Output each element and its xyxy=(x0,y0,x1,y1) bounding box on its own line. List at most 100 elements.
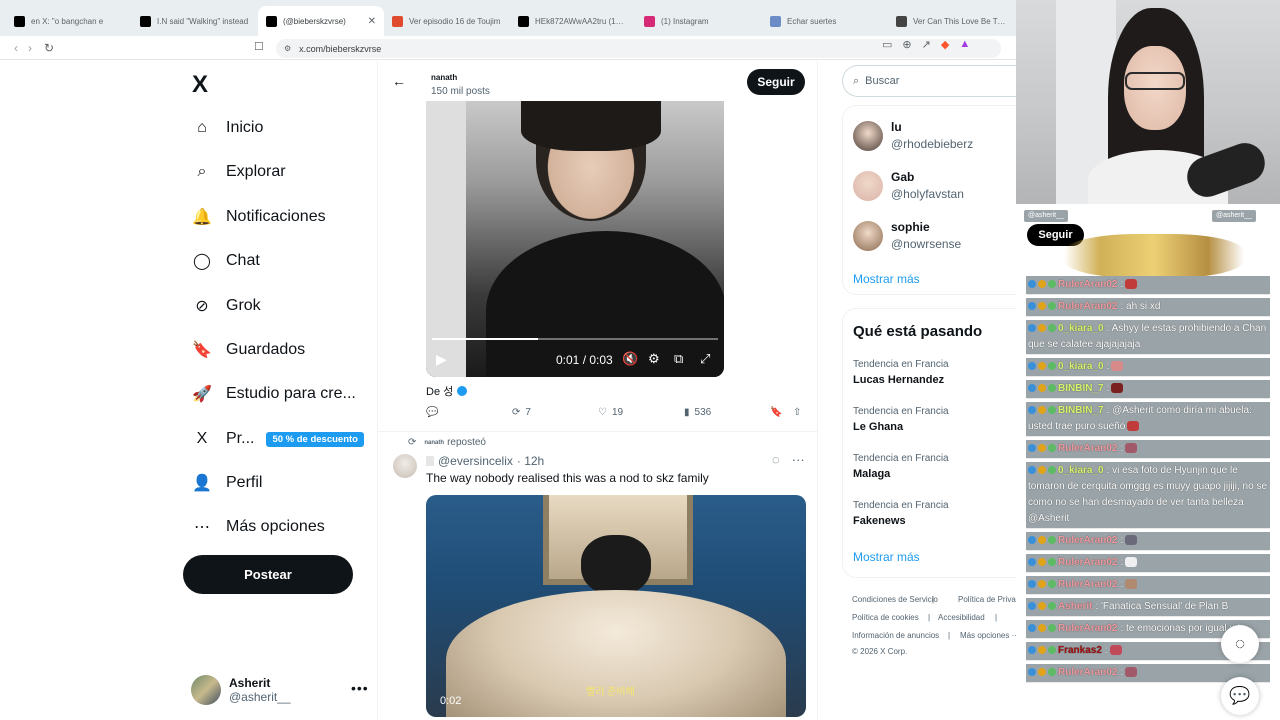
follow-suggestion[interactable]: sophie @nowrsense xyxy=(853,220,961,251)
address-bar-row: ‹ › ↻ ☐ ⚙ x.com/bieberskzvrse ▭ ⊕ ↗ ◆ ▲ xyxy=(0,36,1016,60)
nav-item-estudio-para-cre[interactable]: 🚀 Estudio para cre... xyxy=(192,382,356,406)
show-more-link[interactable]: Mostrar más xyxy=(853,272,920,286)
chat-username[interactable]: 0_kiara_0 xyxy=(1058,361,1104,372)
messages-fab-icon[interactable]: 💬 xyxy=(1221,677,1259,715)
more-dots-icon[interactable]: ••• xyxy=(351,680,369,696)
trend-item[interactable]: Tendencia en Francia Lucas Hernandez xyxy=(853,359,949,386)
tab-7[interactable]: Ver Can This Love Be Tran xyxy=(888,6,1014,36)
mute-icon[interactable]: 🔇 xyxy=(622,351,638,367)
footer-link[interactable]: Condiciones de Servicio xyxy=(852,595,938,604)
video-player[interactable]: ▶ 0:01 / 0:03 🔇 ⚙ ⧉ ⤢ xyxy=(426,101,724,377)
tab-2[interactable]: (@bieberskzvrse) ✕ xyxy=(258,6,384,36)
chat-username[interactable]: 0_kiara_0 xyxy=(1058,323,1104,334)
chat-username[interactable]: RulerAran02 xyxy=(1058,443,1117,454)
trend-item[interactable]: Tendencia en Francia Le Ghana xyxy=(853,406,949,433)
play-icon[interactable]: ▶ xyxy=(436,351,447,368)
tab-1[interactable]: I.N said "Walking" instead xyxy=(132,6,258,36)
more-dots-icon[interactable]: ··· xyxy=(792,452,805,467)
chat-username[interactable]: 0_kiara_0 xyxy=(1058,465,1104,476)
post-button[interactable]: Postear xyxy=(183,555,353,594)
footer-link[interactable]: © 2026 X Corp. xyxy=(852,647,907,656)
chat-message: BINBIN_7: xyxy=(1026,380,1270,399)
account-switcher[interactable]: Asherit @asherit__ ••• xyxy=(191,675,368,705)
chat-username[interactable]: RulerAran02 xyxy=(1058,579,1117,590)
like-button[interactable]: ♡ 19 xyxy=(598,407,623,418)
nav-item-inicio[interactable]: ⌂ Inicio xyxy=(192,116,263,140)
tab-5[interactable]: (1) Instagram xyxy=(636,6,762,36)
share-button[interactable]: ⇧ xyxy=(793,407,801,418)
back-arrow-icon[interactable]: ← xyxy=(392,73,406,89)
grok-fab-icon[interactable]: ◌ xyxy=(1221,625,1259,663)
footer-link[interactable]: Información de anuncios xyxy=(852,631,939,640)
fullscreen-icon[interactable]: ⤢ xyxy=(700,351,710,367)
nav-item-m-s-opciones[interactable]: ⋯ Más opciones xyxy=(192,515,325,539)
chat-username[interactable]: RulerAran02 xyxy=(1058,301,1117,312)
like-count: 19 xyxy=(611,407,624,418)
nav-item-guardados[interactable]: 🔖 Guardados xyxy=(192,338,305,362)
reload-icon[interactable]: ↻ xyxy=(44,41,54,55)
tab-3[interactable]: Ver episodio 16 de Toujim xyxy=(384,6,510,36)
chat-username[interactable]: RulerAran02 xyxy=(1058,623,1117,634)
trend-item[interactable]: Tendencia en Francia Malaga xyxy=(853,453,949,480)
close-tab-icon[interactable]: ✕ xyxy=(368,16,376,27)
nav-item-perfil[interactable]: 👤 Perfil xyxy=(192,471,262,495)
brave-rewards-icon[interactable]: ▲ xyxy=(959,38,970,51)
chat-username[interactable]: Frankas2 xyxy=(1058,645,1102,656)
grok-icon: ⊘ xyxy=(195,298,209,315)
discount-badge[interactable]: 50 % de descuento xyxy=(266,431,364,447)
footer-link[interactable]: Accesibilidad xyxy=(938,613,985,622)
video-player[interactable]: 빨리 준비해 0:02 xyxy=(426,495,806,717)
chat-username[interactable]: BINBIN_7 xyxy=(1058,405,1104,416)
chat-username[interactable]: BINBIN_7 xyxy=(1058,383,1104,394)
views-button[interactable]: ▮ 536 xyxy=(684,407,711,418)
grok-icon[interactable]: ◌ xyxy=(772,452,780,467)
chat-text: : ah si xd xyxy=(1120,301,1161,312)
reposter-name[interactable]: nanath xyxy=(424,440,444,446)
avatar[interactable] xyxy=(393,454,417,478)
bookmark-button[interactable]: 🔖 xyxy=(770,407,782,418)
follow-suggestion[interactable]: lu @rhodebieberz xyxy=(853,120,973,151)
chat-username[interactable]: RulerAran02 xyxy=(1058,667,1117,678)
chat-emote-icon xyxy=(1127,421,1140,432)
cast-icon[interactable]: ▭ xyxy=(882,38,892,51)
trend-item[interactable]: Tendencia en Francia Fakenews xyxy=(853,500,949,527)
footer-link[interactable]: Política de Privacidad xyxy=(958,595,1016,604)
footer-link[interactable]: Más opciones ··· xyxy=(960,631,1016,640)
pip-icon[interactable]: ⧉ xyxy=(674,351,683,367)
reply-button[interactable]: 💬 xyxy=(426,407,438,418)
nav-item-chat[interactable]: ◯ Chat xyxy=(192,249,260,273)
follow-suggestion[interactable]: Gab @holyfavstan xyxy=(853,170,964,201)
show-more-link[interactable]: Mostrar más xyxy=(853,550,920,564)
video-progress-bar[interactable] xyxy=(432,338,718,340)
follow-button[interactable]: Seguir xyxy=(747,69,805,95)
share-icon[interactable]: ↗ xyxy=(922,38,931,51)
nav-item-grok[interactable]: ⊘ Grok xyxy=(192,294,260,318)
chat-username[interactable]: Asherit xyxy=(1058,601,1092,612)
footer-link[interactable]: Política de cookies xyxy=(852,613,919,622)
nav-item-pr[interactable]: X Pr... 50 % de descuento xyxy=(192,427,364,451)
suggestion-name: Gab xyxy=(891,170,915,184)
brave-shield-icon[interactable]: ◆ xyxy=(941,38,949,51)
settings-icon[interactable]: ⚙ xyxy=(648,351,660,367)
author-handle[interactable]: @eversincelix xyxy=(438,454,513,468)
chat-username[interactable]: RulerAran02 xyxy=(1058,557,1117,568)
nav-item-explorar[interactable]: ⌕ Explorar xyxy=(192,160,286,184)
tab-0[interactable]: en X: "o bangchan e xyxy=(6,6,132,36)
bookmark-page-icon[interactable]: ☐ xyxy=(254,40,264,53)
chat-username[interactable]: RulerAran02 xyxy=(1058,279,1117,290)
search-input[interactable]: ⌕ Buscar xyxy=(842,65,1016,97)
back-icon[interactable]: ‹ xyxy=(14,41,18,55)
site-info-icon[interactable]: ⚙ xyxy=(284,44,291,53)
trend-context: Tendencia en Francia xyxy=(853,406,949,417)
chat-text: : te emocionas por igual xd xyxy=(1120,623,1240,634)
chat-emote-icon xyxy=(1125,579,1138,590)
chat-badge-icon xyxy=(1038,646,1046,655)
nav-item-notificaciones[interactable]: 🔔 Notificaciones xyxy=(192,205,326,229)
repost-button[interactable]: ⟳ 7 xyxy=(512,407,531,418)
tab-6[interactable]: Echar suertes xyxy=(762,6,888,36)
zoom-icon[interactable]: ⊕ xyxy=(902,38,911,51)
forward-icon[interactable]: › xyxy=(28,41,32,55)
chat-username[interactable]: RulerAran02 xyxy=(1058,535,1117,546)
tab-4[interactable]: HEk872AWwAA2tru (1836 xyxy=(510,6,636,36)
x-logo-icon[interactable]: X xyxy=(192,71,208,99)
